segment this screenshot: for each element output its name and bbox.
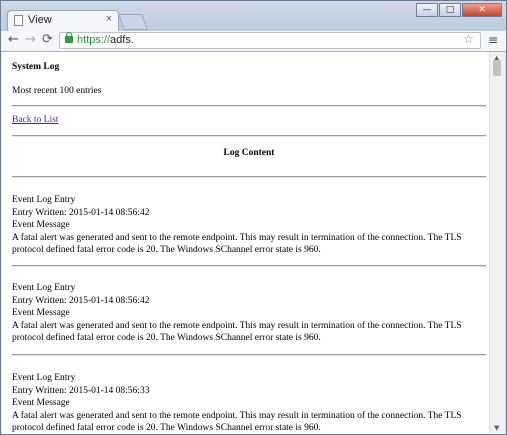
log-content-heading: Log Content [223, 148, 275, 158]
entry-type: Event Log Entry [12, 373, 76, 383]
entry-written: Entry Written: 2015-01-14 08:56:33 [12, 385, 150, 396]
divider [12, 354, 486, 356]
entry-type: Event Log Entry [12, 283, 76, 293]
bookmark-star-icon[interactable]: ☆ [463, 32, 474, 46]
entry-label: Event Message [12, 398, 70, 408]
back-to-list-link[interactable]: Back to List [12, 115, 58, 125]
entry-type: Event Log Entry [12, 195, 76, 205]
reload-icon[interactable]: ⟳ [42, 32, 53, 47]
log-entry: Event Log Entry Entry Written: 2015-01-1… [12, 194, 484, 257]
url-scheme: https:// [77, 34, 111, 46]
divider [12, 105, 486, 107]
close-window-button[interactable]: ✕ [462, 3, 502, 17]
minimize-button[interactable]: — [416, 3, 438, 17]
title-bar: View × — □ ✕ [1, 1, 506, 31]
entry-label: Event Message [12, 308, 70, 318]
tab-close-icon[interactable]: × [106, 13, 112, 25]
entry-written: Entry Written: 2015-01-14 08:56:42 [12, 207, 150, 218]
tab-title: View [28, 14, 52, 26]
browser-toolbar: ← → ⟳ https://adfs. ☆ ≡ [1, 31, 506, 52]
menu-icon[interactable]: ≡ [488, 33, 498, 47]
page-title: System Log [12, 62, 60, 72]
address-bar[interactable]: https://adfs. ☆ [59, 32, 481, 49]
new-tab-button[interactable] [118, 14, 148, 30]
entry-message: A fatal alert was generated and sent to … [12, 232, 462, 256]
lock-icon [65, 32, 73, 43]
entry-message: A fatal alert was generated and sent to … [12, 410, 462, 434]
vertical-scrollbar[interactable]: ▲ ▼ [489, 52, 505, 434]
scroll-down-arrow-icon[interactable]: ▼ [494, 424, 499, 432]
browser-window: View × — □ ✕ ← → ⟳ https://adfs. ☆ ≡ Sys… [0, 0, 507, 435]
page-subtitle: Most recent 100 entries [12, 86, 102, 96]
divider [12, 265, 486, 267]
log-entry: Event Log Entry Entry Written: 2015-01-1… [12, 372, 484, 434]
url-text: https://adfs. [77, 34, 134, 46]
log-entry: Event Log Entry Entry Written: 2015-01-1… [12, 282, 484, 345]
window-controls: — □ ✕ [415, 3, 502, 17]
forward-arrow-icon[interactable]: → [25, 32, 36, 47]
page-icon [14, 15, 23, 26]
divider [12, 176, 486, 178]
back-arrow-icon[interactable]: ← [8, 32, 19, 47]
maximize-button[interactable]: □ [439, 3, 461, 17]
entry-written: Entry Written: 2015-01-14 08:56:42 [12, 295, 150, 306]
divider [12, 135, 486, 137]
entry-message: A fatal alert was generated and sent to … [12, 320, 462, 344]
url-host: adfs. [110, 34, 134, 46]
scroll-thumb[interactable] [493, 60, 501, 76]
entry-label: Event Message [12, 220, 70, 230]
tab-view[interactable]: View × [7, 10, 119, 31]
page-content: System Log Most recent 100 entries Back … [2, 52, 489, 434]
